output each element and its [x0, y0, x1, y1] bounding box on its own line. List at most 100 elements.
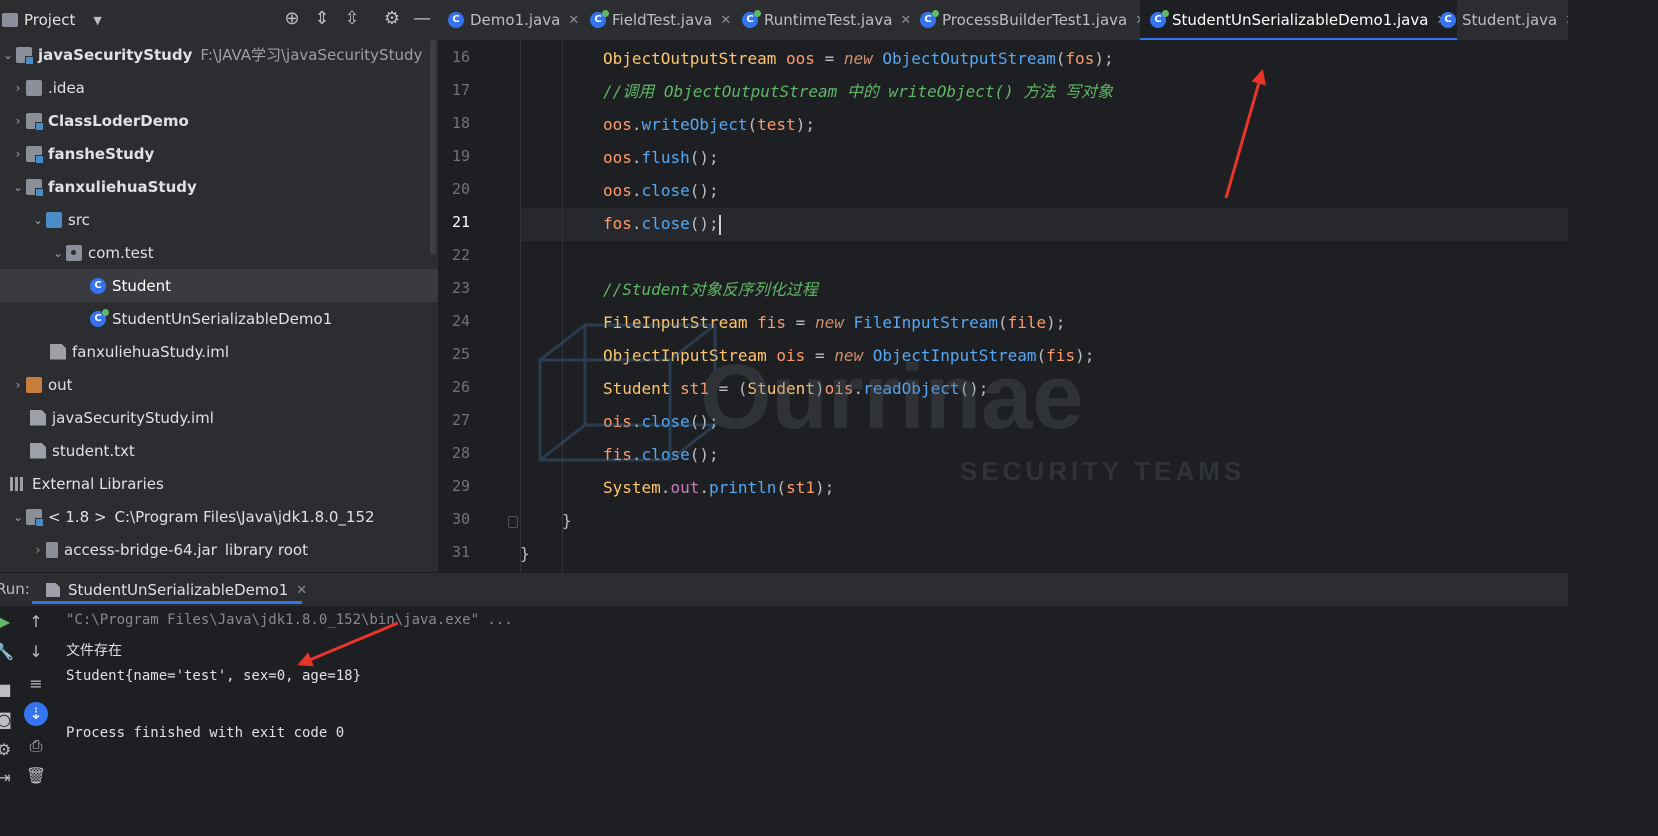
- console-output[interactable]: [0, 606, 1568, 791]
- line-number-current: 21: [451, 213, 470, 231]
- code-line-31: }: [520, 544, 530, 563]
- tree-item-fanxuliehuastudy-iml[interactable]: fanxuliehuaStudy.iml: [0, 335, 438, 368]
- tab-runtimetest[interactable]: C RuntimeTest.java ✕: [742, 0, 911, 40]
- stop-icon[interactable]: ■: [0, 678, 16, 702]
- tab-demo1[interactable]: C Demo1.java ✕: [448, 0, 579, 40]
- tree-item-label: < 1.8 >: [48, 507, 107, 526]
- print-icon[interactable]: ⎙: [24, 734, 48, 758]
- project-panel-header: Project ▼ ⊕ ⇕ ⇳ ⚙ —: [0, 0, 438, 40]
- tab-label: Demo1.java: [470, 11, 561, 29]
- tab-processbuildertest1[interactable]: C ProcessBuilderTest1.java ✕: [920, 0, 1146, 40]
- tree-item-classloderdemo[interactable]: › ClassLoderDemo: [0, 104, 438, 137]
- chevron-right-icon[interactable]: ›: [10, 114, 26, 128]
- tree-item-javasecuritystudy-iml[interactable]: javaSecurityStudy.iml: [0, 401, 438, 434]
- project-scrollbar[interactable]: [430, 40, 436, 255]
- rerun-icon[interactable]: ▶: [0, 610, 16, 634]
- class-icon: C: [448, 12, 464, 28]
- tab-student[interactable]: C Student.java ✕: [1440, 0, 1568, 40]
- project-title[interactable]: Project: [24, 11, 75, 29]
- tree-item-label: StudentUnSerializableDemo1: [112, 309, 333, 328]
- code-line-17: //调用 ObjectOutputStream 中的 writeObject()…: [603, 82, 1114, 101]
- tree-item-access-bridge-jar[interactable]: › access-bridge-64.jar library root: [0, 533, 438, 566]
- console-line-exit: Process finished with exit code 0: [66, 725, 345, 741]
- tree-item-studentunserializabledemo1[interactable]: C StudentUnSerializableDemo1: [0, 302, 438, 335]
- line-number: 17: [451, 81, 470, 99]
- line-number: 16: [451, 48, 470, 66]
- tree-item-label: fanxuliehuaStudy: [48, 177, 197, 196]
- tree-item-out[interactable]: › out: [0, 368, 438, 401]
- chevron-down-icon[interactable]: ⌄: [50, 246, 66, 260]
- editor-tabs: C Demo1.java ✕ C FieldTest.java ✕ C Runt…: [438, 0, 1568, 40]
- wrench-icon[interactable]: 🔧: [0, 640, 16, 664]
- gear-icon[interactable]: ⚙: [380, 8, 404, 29]
- tree-item-fanshestudy[interactable]: › fansheStudy: [0, 137, 438, 170]
- hide-icon[interactable]: —: [410, 8, 434, 29]
- chevron-down-icon[interactable]: ⌄: [10, 180, 26, 194]
- close-icon[interactable]: ✕: [568, 13, 579, 28]
- camera-icon[interactable]: ◙: [0, 708, 16, 732]
- fold-marker-icon[interactable]: [508, 516, 518, 528]
- runnable-class-icon: C: [920, 10, 939, 28]
- run-tab-underline: [32, 601, 302, 604]
- tree-item-idea[interactable]: › .idea: [0, 71, 438, 104]
- tree-item-label: fansheStudy: [48, 144, 155, 163]
- line-number: 26: [451, 378, 470, 396]
- tree-item-fanxuliehuastudy[interactable]: ⌄ fanxuliehuaStudy: [0, 170, 438, 203]
- folder-icon: [26, 79, 42, 96]
- file-icon: [50, 343, 66, 360]
- line-number: 28: [451, 444, 470, 462]
- runnable-class-icon: C: [590, 10, 609, 28]
- tree-item-student[interactable]: C Student: [0, 269, 438, 302]
- text-cursor: [718, 214, 721, 235]
- tab-label: FieldTest.java: [612, 11, 713, 29]
- tab-fieldtest[interactable]: C FieldTest.java ✕: [590, 0, 731, 40]
- chevron-down-icon[interactable]: ⌄: [30, 213, 46, 227]
- chevron-right-icon[interactable]: ›: [10, 81, 26, 95]
- close-icon[interactable]: ✕: [296, 583, 307, 598]
- tab-studentunserializabledemo1[interactable]: C StudentUnSerializableDemo1.java ✕: [1140, 0, 1458, 40]
- tree-item-src[interactable]: ⌄ src: [0, 203, 438, 236]
- run-tab-label: StudentUnSerializableDemo1: [68, 581, 289, 599]
- line-number: 19: [451, 147, 470, 165]
- console-toolbar: ▶ ↑ 🔧 ↓ ■ ≡ ◙ ⇣ ⚙ ⎙ ⇥ 🗑: [0, 606, 54, 791]
- settings-icon[interactable]: ⚙: [0, 738, 16, 762]
- tree-item-external-libraries[interactable]: External Libraries: [0, 467, 438, 500]
- close-icon[interactable]: ✕: [1565, 13, 1568, 28]
- line-number: 30: [451, 510, 470, 528]
- console-line: 文件存在: [66, 643, 122, 659]
- chevron-down-icon[interactable]: ⌄: [10, 510, 26, 524]
- text-file-icon: [30, 442, 46, 459]
- chevron-right-icon[interactable]: ›: [30, 543, 46, 557]
- scroll-to-end-icon[interactable]: ⇣: [24, 702, 48, 726]
- chevron-right-icon[interactable]: ›: [10, 147, 26, 161]
- line-number: 31: [451, 543, 470, 561]
- tree-item-label: Student: [112, 276, 172, 295]
- chevron-right-icon[interactable]: ›: [10, 378, 26, 392]
- tree-item-label: student.txt: [52, 441, 135, 460]
- tree-item-jdk[interactable]: ⌄ < 1.8 > C:\Program Files\Java\jdk1.8.0…: [0, 500, 438, 533]
- line-number: 24: [451, 312, 470, 330]
- chevron-down-icon[interactable]: ⌄: [0, 48, 16, 62]
- locate-icon[interactable]: ⊕: [280, 8, 304, 29]
- arrow-down-icon[interactable]: ↓: [24, 640, 48, 664]
- collapse-all-icon[interactable]: ⇳: [340, 8, 364, 29]
- watermark-subtitle: SECURITY TEAMS: [960, 456, 1245, 486]
- chevron-down-icon[interactable]: ▼: [93, 14, 101, 27]
- line-number: 25: [451, 345, 470, 363]
- module-icon: [26, 112, 44, 131]
- tree-item-student-txt[interactable]: student.txt: [0, 434, 438, 467]
- trash-icon[interactable]: 🗑: [24, 764, 48, 788]
- code-line-21: fos.close();: [603, 214, 721, 235]
- project-view-icon: [2, 13, 18, 27]
- line-number: 20: [451, 180, 470, 198]
- code-line-19: oos.flush();: [603, 148, 719, 167]
- exit-icon[interactable]: ⇥: [0, 766, 16, 790]
- close-icon[interactable]: ✕: [720, 13, 731, 28]
- tree-item-root[interactable]: ⌄ javaSecurityStudy F:\JAVA学习\javaSecuri…: [0, 38, 438, 71]
- expand-all-icon[interactable]: ⇕: [310, 8, 334, 29]
- arrow-up-icon[interactable]: ↑: [24, 610, 48, 634]
- soft-wrap-icon[interactable]: ≡: [24, 672, 48, 696]
- tree-item-com-test[interactable]: ⌄ com.test: [0, 236, 438, 269]
- tree-item-label: com.test: [88, 243, 154, 262]
- close-icon[interactable]: ✕: [900, 13, 911, 28]
